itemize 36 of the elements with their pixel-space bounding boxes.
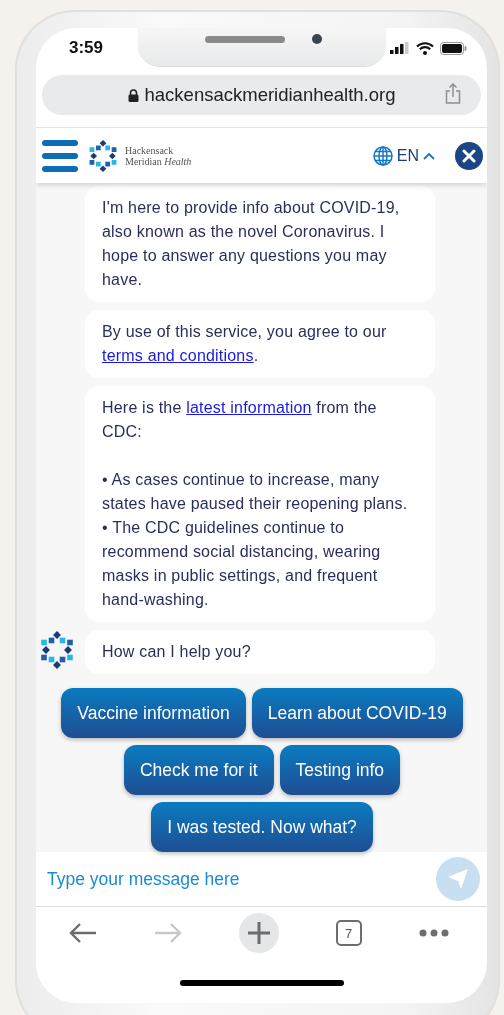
quick-reply-button[interactable]: Check me for it: [123, 745, 274, 795]
battery-icon: [440, 41, 467, 55]
close-button[interactable]: [455, 141, 483, 170]
quick-reply-button[interactable]: Testing info: [279, 745, 401, 795]
brand-text: Hackensack: [125, 144, 175, 156]
message-text: • As cases continue to increase, many states have paused their reopening plans.: [102, 470, 409, 514]
plus-icon: [246, 921, 271, 945]
close-icon: [462, 148, 476, 163]
brand-text: Meridian Health: [125, 155, 192, 167]
tabs-button[interactable]: 7: [335, 920, 362, 946]
message-link[interactable]: terms and conditions: [102, 347, 254, 364]
message-text: By use of this service, you agree to our terms and conditions.: [102, 322, 388, 366]
share-icon[interactable]: [445, 83, 461, 104]
back-icon[interactable]: [68, 923, 97, 943]
message-text: I'm here to provide info about COVID-19, also known as the novel Coronavirus. I hope to answer any questions you may have.: [102, 198, 401, 290]
new-tab-button[interactable]: [238, 913, 279, 953]
url-text: hackensackmeridianhealth.org: [144, 84, 396, 106]
message-text: How can I help you?: [102, 642, 252, 662]
message-link[interactable]: latest information: [186, 399, 312, 416]
quick-reply-button[interactable]: I was tested. Now what?: [151, 802, 373, 852]
paper-plane-icon: [447, 868, 469, 890]
lock-icon: [127, 88, 139, 102]
quick-reply-button[interactable]: Learn about COVID-19: [251, 688, 463, 738]
status-time: 3:59: [69, 38, 104, 58]
chevron-icon: [423, 151, 435, 160]
message-input[interactable]: Type your message here: [45, 867, 436, 891]
signal-icon: [390, 42, 410, 54]
address-bar[interactable]: hackensackmeridianhealth.org: [42, 75, 481, 115]
menu-icon[interactable]: [42, 139, 78, 172]
quick-reply-button[interactable]: Vaccine information: [61, 688, 246, 738]
wifi-icon: [416, 41, 434, 55]
message-text: Here is the latest information from the CDC:: [102, 398, 378, 442]
message-text: • The CDC guidelines continue to recommend social distancing, wearing masks in public settings, and frequent hand-washing.: [102, 518, 382, 610]
language-selector[interactable]: EN: [372, 145, 435, 166]
globe-icon: [372, 145, 393, 166]
more-icon[interactable]: [418, 929, 449, 937]
